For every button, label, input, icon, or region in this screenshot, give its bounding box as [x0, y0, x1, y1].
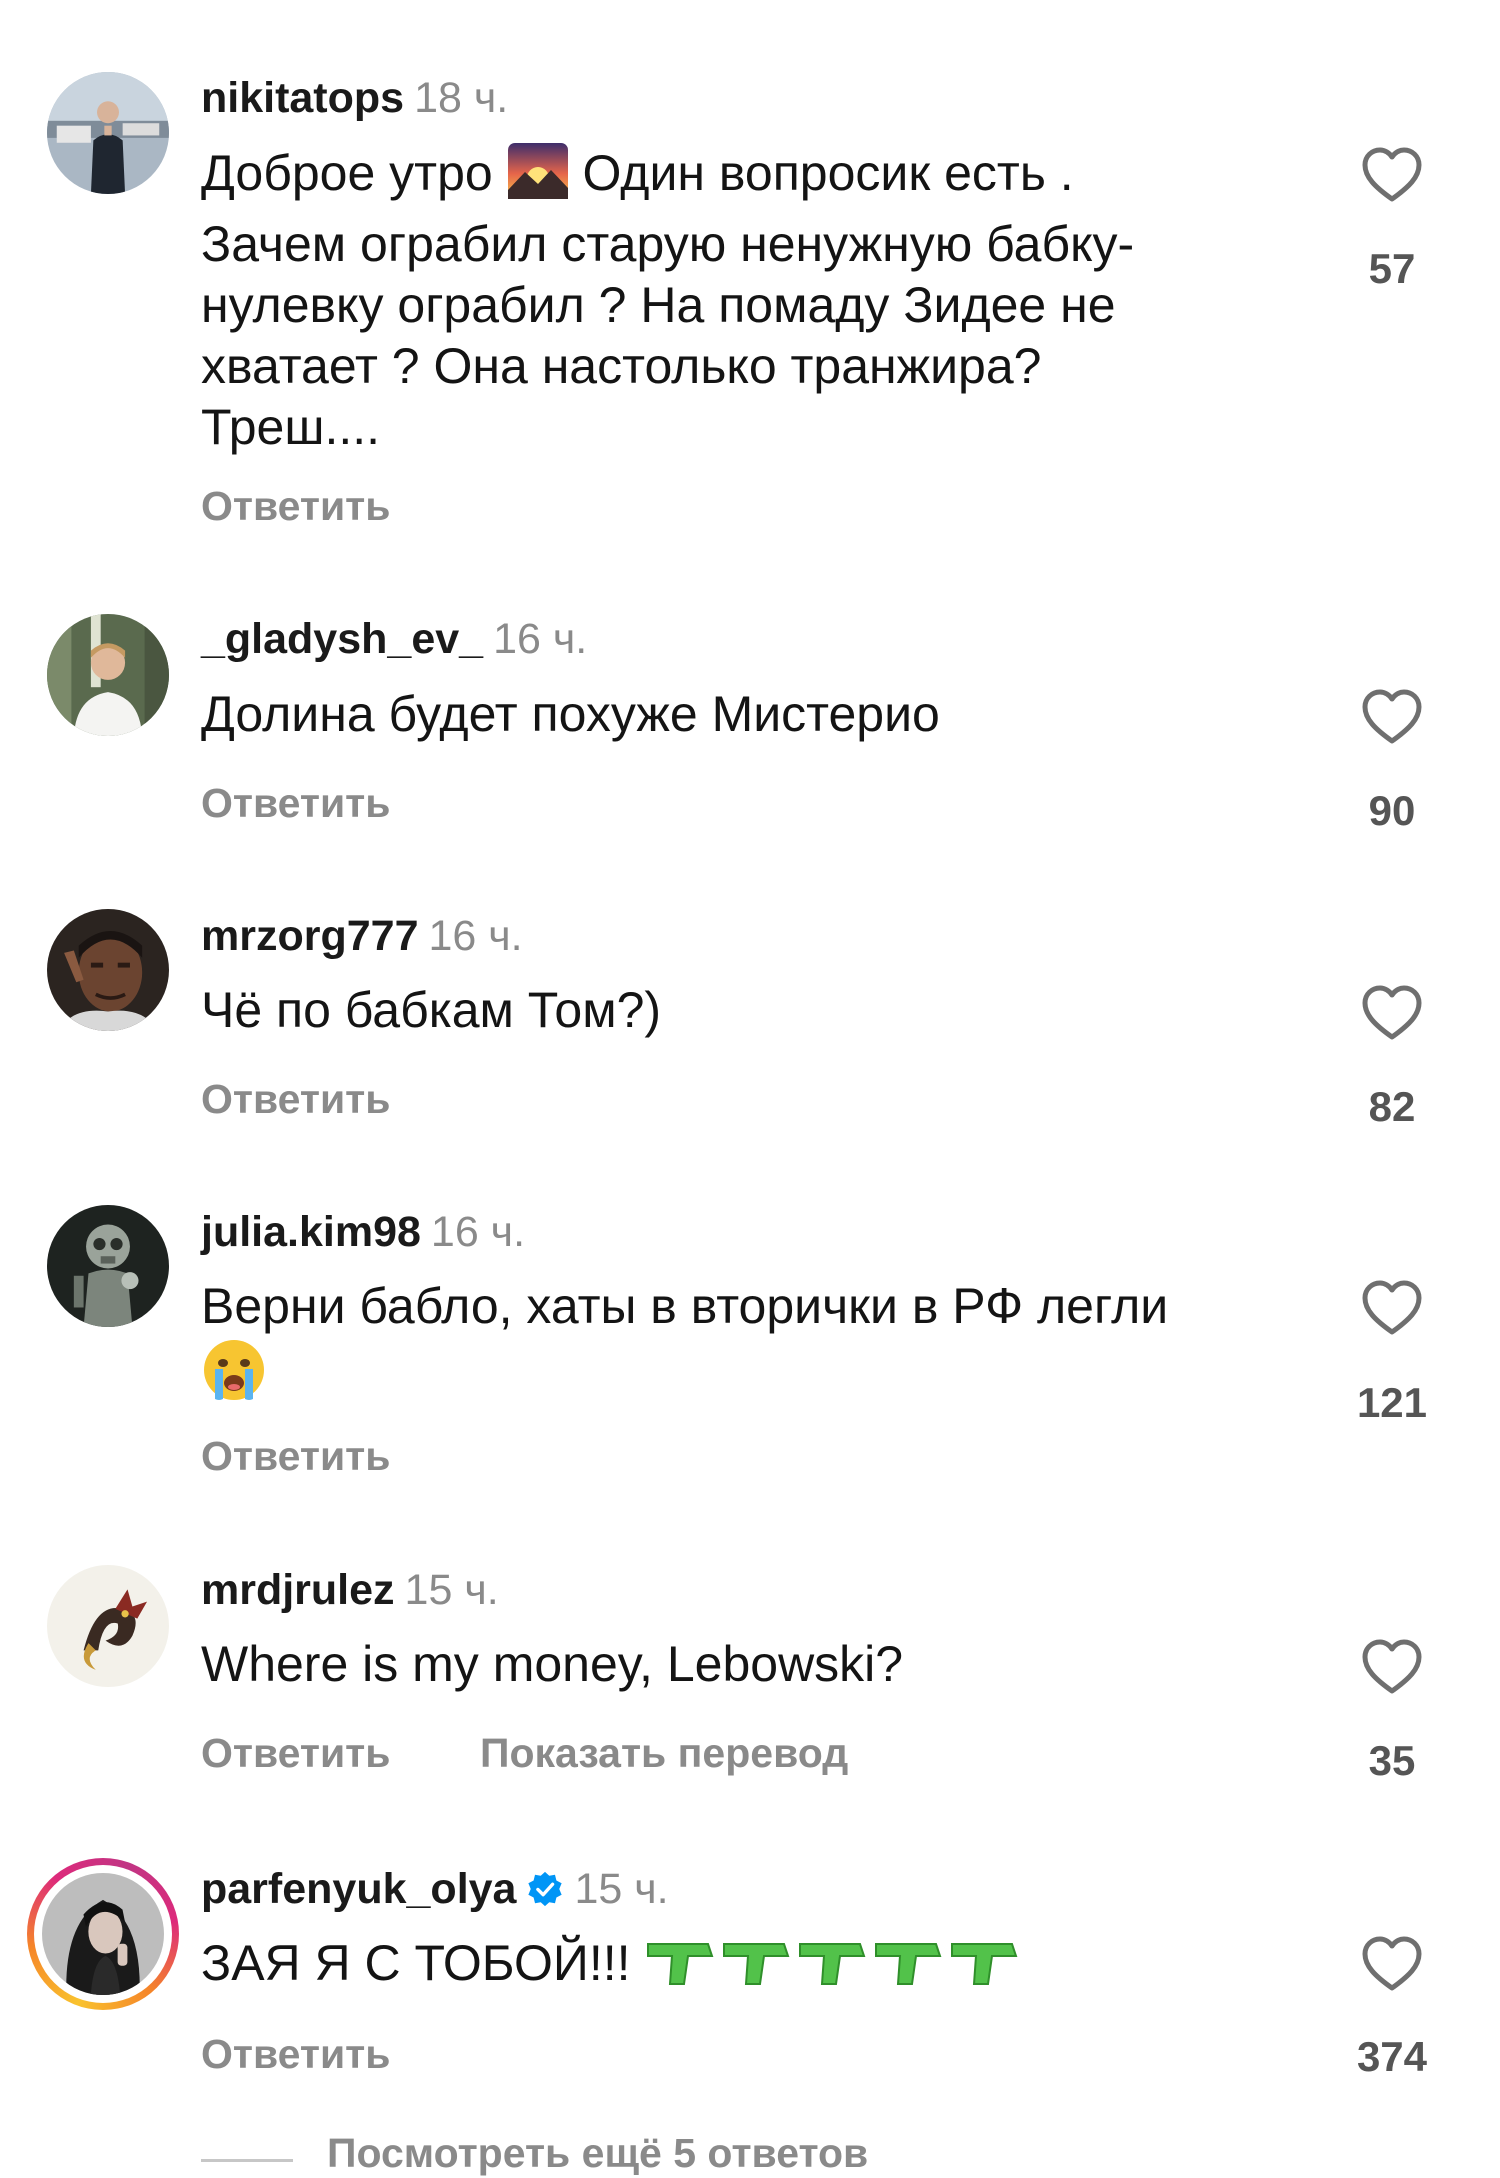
like-count[interactable]: 90 — [1330, 786, 1454, 836]
timestamp: 16 ч. — [493, 615, 588, 663]
show-translation-button[interactable]: Показать перевод — [480, 1728, 848, 1778]
comment-line: Доброе утро — [201, 145, 493, 201]
profile-photo-icon — [42, 1873, 164, 1995]
comment-line: хватает ? Она настолько транжира? — [201, 338, 1042, 394]
username[interactable]: nikitatops — [201, 74, 404, 122]
username[interactable]: julia.kim98 — [201, 1208, 421, 1256]
profile-photo-icon — [47, 1565, 169, 1687]
sunrise-emoji-icon — [507, 142, 569, 214]
reply-button[interactable]: Ответить — [201, 2029, 390, 2079]
profile-photo — [42, 1873, 164, 1995]
like-count[interactable]: 121 — [1330, 1378, 1454, 1428]
timestamp: 18 ч. — [414, 74, 509, 122]
comment-text: Where is my money, Lebowski? — [201, 1636, 904, 1692]
heart-icon[interactable] — [1361, 146, 1423, 204]
timestamp: 15 ч. — [574, 1865, 669, 1913]
comment-text: Доброе утро Один вопросик есть . Зачем о… — [201, 142, 1301, 458]
like-count[interactable]: 82 — [1330, 1082, 1454, 1132]
view-more-replies-button[interactable]: Посмотреть ещё 5 ответов — [327, 2128, 868, 2178]
comment-line: Один вопросик есть . — [582, 145, 1074, 201]
water-pistol-emoji-icon — [644, 1934, 1024, 2008]
reply-button[interactable]: Ответить — [201, 481, 390, 531]
comment-header: nikitatops 18 ч. — [201, 72, 508, 124]
heart-icon[interactable] — [1361, 1638, 1423, 1696]
profile-photo-icon — [47, 909, 169, 1031]
comment-text: Долина будет похуже Мистерио — [201, 686, 940, 742]
username[interactable]: mrdjrulez — [201, 1566, 395, 1614]
like-count[interactable]: 35 — [1330, 1736, 1454, 1786]
replies-divider-line — [201, 2159, 293, 2162]
comment-header: julia.kim98 16 ч. — [201, 1206, 525, 1258]
avatar[interactable] — [47, 614, 169, 736]
avatar[interactable] — [47, 1205, 169, 1327]
avatar[interactable] — [47, 1565, 169, 1687]
reply-button[interactable]: Ответить — [201, 1074, 390, 1124]
profile-photo-icon — [47, 614, 169, 736]
reply-button[interactable]: Ответить — [201, 1728, 390, 1778]
username[interactable]: mrzorg777 — [201, 912, 418, 960]
reply-button[interactable]: Ответить — [201, 1431, 390, 1481]
avatar-with-story-ring[interactable] — [27, 1858, 179, 2010]
comment-text: Чё по бабкам Том?) — [201, 982, 662, 1038]
comment-text: ЗАЯ Я С ТОБОЙ!!! — [201, 1933, 1301, 2008]
heart-icon[interactable] — [1361, 984, 1423, 1042]
avatar[interactable] — [47, 909, 169, 1031]
heart-icon[interactable] — [1361, 1279, 1423, 1337]
verified-badge-icon — [528, 1871, 563, 1907]
comment-header: _gladysh_ev_ 16 ч. — [201, 613, 587, 665]
username[interactable]: parfenyuk_olya — [201, 1865, 516, 1913]
comment-header: mrzorg777 16 ч. — [201, 910, 523, 962]
like-count[interactable]: 57 — [1330, 244, 1454, 294]
comment-header: mrdjrulez 15 ч. — [201, 1564, 499, 1616]
timestamp: 16 ч. — [428, 912, 523, 960]
reply-button[interactable]: Ответить — [201, 778, 390, 828]
comment-header: parfenyuk_olya 15 ч. — [201, 1863, 669, 1915]
like-count[interactable]: 374 — [1330, 2032, 1454, 2082]
comment-line: Треш.... — [201, 399, 381, 455]
heart-icon[interactable] — [1361, 688, 1423, 746]
comment-line: Зачем ограбил старую ненужную бабку- — [201, 216, 1135, 272]
comment-line: нулевку ограбил ? На помаду Зидее не — [201, 277, 1116, 333]
avatar[interactable] — [47, 72, 169, 194]
username[interactable]: _gladysh_ev_ — [201, 615, 483, 663]
timestamp: 15 ч. — [404, 1566, 499, 1614]
comment-text: Верни бабло, хаты в вторички в РФ легли — [201, 1276, 1301, 1417]
profile-photo-icon — [47, 1205, 169, 1327]
comment-line: Верни бабло, хаты в вторички в РФ легли — [201, 1278, 1169, 1334]
comment-line: ЗАЯ Я С ТОБОЙ!!! — [201, 1935, 631, 1991]
timestamp: 16 ч. — [430, 1208, 526, 1256]
heart-icon[interactable] — [1361, 1935, 1423, 1993]
crying-face-emoji-icon — [201, 1337, 267, 1417]
profile-photo-icon — [47, 72, 169, 194]
